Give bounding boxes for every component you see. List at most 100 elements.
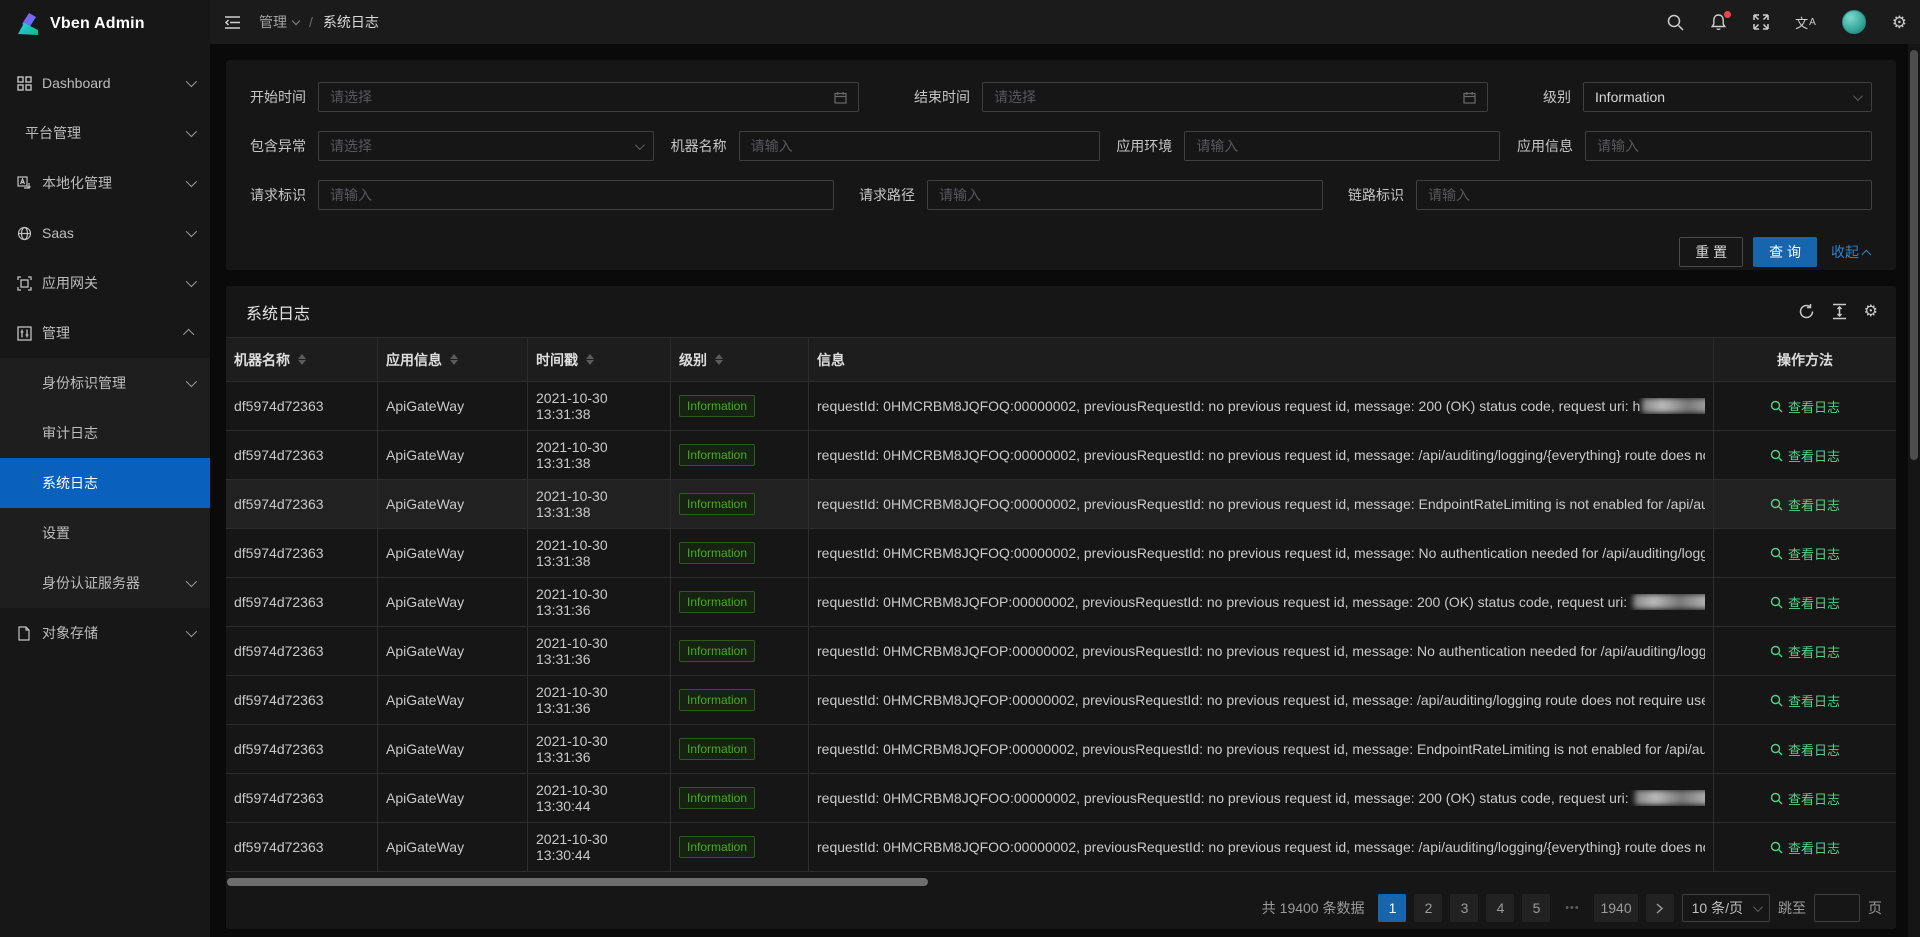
app-env-field[interactable]	[1184, 131, 1500, 161]
end-time-input[interactable]	[994, 89, 1455, 105]
sidebar-item-object-storage[interactable]: 对象存储	[0, 608, 210, 658]
cell-app-info: ApiGateWay	[386, 398, 464, 414]
request-path-field[interactable]	[927, 180, 1323, 210]
chevron-down-icon	[292, 17, 300, 25]
pagination-ellipsis[interactable]: •••	[1558, 894, 1586, 922]
chevron-down-icon	[186, 76, 197, 87]
page-button-4[interactable]: 4	[1486, 894, 1514, 922]
breadcrumb-parent[interactable]: 管理	[259, 12, 299, 32]
chevron-up-icon	[1861, 249, 1871, 259]
notification-bell-icon[interactable]	[1697, 0, 1740, 44]
has-exception-label: 包含异常	[250, 136, 306, 156]
jump-page-input[interactable]	[1814, 894, 1860, 922]
sidebar-item-identity-mgmt[interactable]: 身份标识管理	[0, 358, 210, 408]
chevron-down-icon	[186, 276, 197, 287]
sidebar-item-dashboard[interactable]: Dashboard	[0, 58, 210, 108]
page-size-select[interactable]: 10 条/页	[1682, 894, 1770, 922]
trace-id-input[interactable]	[1428, 187, 1860, 203]
app-env-input[interactable]	[1196, 138, 1488, 154]
page-button-1[interactable]: 1	[1378, 894, 1406, 922]
redacted-blur	[1633, 594, 1705, 609]
calendar-icon	[1463, 91, 1476, 104]
level-select[interactable]: Information	[1583, 82, 1872, 112]
sidebar-item-saas[interactable]: Saas	[0, 208, 210, 258]
request-id-input[interactable]	[330, 187, 822, 203]
search-button[interactable]: 查 询	[1753, 237, 1817, 267]
cell-message: requestId: 0HMCRBM8JQFOO:00000002, previ…	[817, 790, 1705, 806]
fullscreen-icon[interactable]	[1740, 0, 1782, 44]
page-button-3[interactable]: 3	[1450, 894, 1478, 922]
table-row: df5974d72363 ApiGateWay 2021-10-30 13:30…	[226, 774, 1896, 823]
sidebar-item-label: 对象存储	[42, 623, 98, 643]
vertical-scrollbar-thumb[interactable]	[1910, 50, 1918, 460]
view-log-link[interactable]: 查看日志	[1770, 495, 1840, 514]
collapse-link[interactable]: 收起	[1831, 242, 1872, 262]
cell-machine-name: df5974d72363	[234, 496, 324, 512]
cell-message: requestId: 0HMCRBM8JQFOO:00000002, previ…	[817, 839, 1705, 855]
topbar-actions: 文A ⚙	[1654, 0, 1920, 44]
start-time-picker[interactable]	[318, 82, 859, 112]
column-header-app-info[interactable]: 应用信息	[378, 338, 528, 381]
search-icon[interactable]	[1654, 0, 1697, 44]
refresh-icon[interactable]	[1798, 303, 1815, 320]
horizontal-scrollbar-thumb[interactable]	[227, 878, 928, 886]
message-text: requestId: 0HMCRBM8JQFOQ:00000002, previ…	[817, 447, 1705, 463]
sidebar-item-platform[interactable]: 平台管理	[0, 108, 210, 158]
page-button-5[interactable]: 5	[1522, 894, 1550, 922]
request-id-field[interactable]	[318, 180, 834, 210]
magnifier-icon	[1770, 694, 1783, 707]
trace-id-field[interactable]	[1416, 180, 1872, 210]
view-log-link[interactable]: 查看日志	[1770, 593, 1840, 612]
cell-machine-name: df5974d72363	[234, 839, 324, 855]
view-log-link[interactable]: 查看日志	[1770, 397, 1840, 416]
column-header-timestamp[interactable]: 时间戳	[528, 338, 671, 381]
view-log-link[interactable]: 查看日志	[1770, 544, 1840, 563]
cell-machine-name: df5974d72363	[234, 643, 324, 659]
view-log-link[interactable]: 查看日志	[1770, 789, 1840, 808]
has-exception-select[interactable]: 请选择	[318, 131, 654, 161]
view-log-link[interactable]: 查看日志	[1770, 740, 1840, 759]
app-info-input[interactable]	[1597, 138, 1860, 154]
request-path-input[interactable]	[939, 187, 1311, 203]
start-time-input[interactable]	[330, 89, 826, 105]
horizontal-scrollbar	[226, 877, 1896, 887]
column-settings-gear-icon[interactable]: ⚙	[1864, 304, 1878, 320]
end-time-picker[interactable]	[982, 82, 1488, 112]
sidebar-item-label: 审计日志	[42, 423, 98, 443]
cell-message: requestId: 0HMCRBM8JQFOQ:00000002, previ…	[817, 447, 1705, 463]
sidebar-item-manage[interactable]: 管理	[0, 308, 210, 358]
user-avatar[interactable]	[1829, 0, 1879, 44]
reset-button[interactable]: 重 置	[1679, 237, 1743, 267]
settings-gear-icon[interactable]: ⚙	[1879, 0, 1920, 44]
next-page-button[interactable]	[1646, 894, 1674, 922]
app-env-label: 应用环境	[1116, 136, 1172, 156]
translate-icon[interactable]: 文A	[1782, 0, 1829, 44]
sidebar-item-settings[interactable]: 设置	[0, 508, 210, 558]
view-log-link[interactable]: 查看日志	[1770, 691, 1840, 710]
row-height-icon[interactable]	[1832, 303, 1847, 320]
view-log-link[interactable]: 查看日志	[1770, 642, 1840, 661]
app-info-field[interactable]	[1585, 131, 1872, 161]
menu-fold-icon[interactable]	[224, 15, 241, 30]
column-header-machine-name[interactable]: 机器名称	[226, 338, 378, 381]
level-badge: Information	[679, 493, 755, 515]
sidebar-item-localization[interactable]: 本地化管理	[0, 158, 210, 208]
view-log-link[interactable]: 查看日志	[1770, 838, 1840, 857]
app-logo[interactable]: Vben Admin	[0, 0, 210, 48]
column-header-level[interactable]: 级别	[671, 338, 809, 381]
cell-message: requestId: 0HMCRBM8JQFOQ:00000002, previ…	[817, 398, 1705, 414]
page-button-2[interactable]: 2	[1414, 894, 1442, 922]
view-log-label: 查看日志	[1788, 593, 1840, 612]
sidebar-item-auth-server[interactable]: 身份认证服务器	[0, 558, 210, 608]
level-select-value: Information	[1595, 89, 1845, 105]
cell-timestamp: 2021-10-30 13:30:44	[536, 831, 662, 863]
cell-app-info: ApiGateWay	[386, 790, 464, 806]
sidebar-item-system-log[interactable]: 系统日志	[0, 458, 210, 508]
machine-name-input[interactable]	[751, 138, 1088, 154]
sidebar-item-gateway[interactable]: 应用网关	[0, 258, 210, 308]
machine-name-field[interactable]	[739, 131, 1100, 161]
view-log-link[interactable]: 查看日志	[1770, 446, 1840, 465]
sidebar-item-audit-log[interactable]: 审计日志	[0, 408, 210, 458]
magnifier-icon	[1770, 792, 1783, 805]
page-button-last[interactable]: 1940	[1594, 894, 1637, 922]
